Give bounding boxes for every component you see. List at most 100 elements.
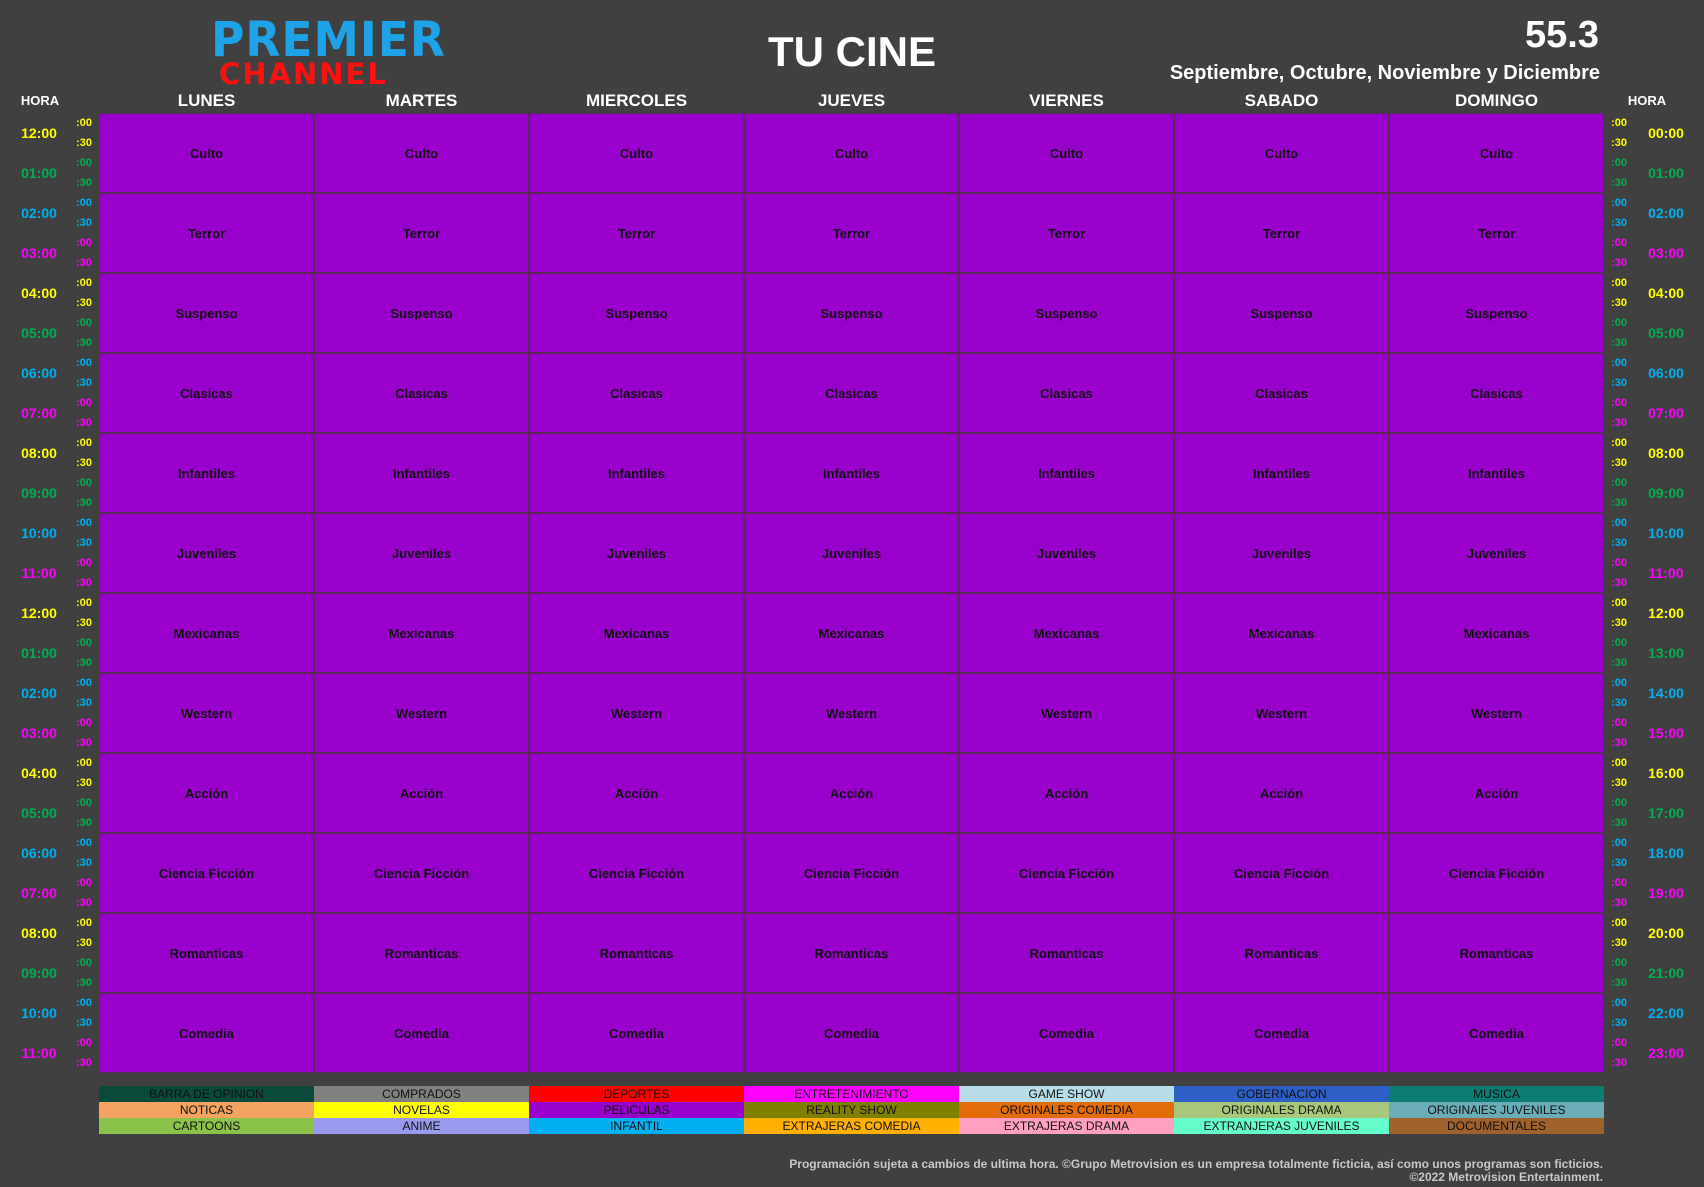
minute-mark-left: :30 [76, 697, 92, 709]
program-cell: Comedia [529, 993, 744, 1073]
hour-label-left: 08:00 [21, 445, 57, 461]
hour-label-left: 04:00 [21, 765, 57, 781]
program-cell: Romanticas [314, 913, 529, 993]
minute-mark-left: :30 [76, 817, 92, 829]
hour-label-right: 23:00 [1648, 1045, 1684, 1061]
footer-line-2: ©2022 Metrovision Entertainment. [1409, 1170, 1603, 1184]
program-cell: Culto [314, 113, 529, 193]
program-cell: Suspenso [529, 273, 744, 353]
program-cell: Clasicas [314, 353, 529, 433]
hour-label-right: 20:00 [1648, 925, 1684, 941]
hour-label-right: 15:00 [1648, 725, 1684, 741]
program-cell: Western [744, 673, 959, 753]
legend-item: COMPRADOS [314, 1086, 529, 1102]
minutes-column-left: :00:30:00:30:00:30:00:30:00:30:00:30:00:… [70, 113, 98, 1073]
minute-mark-left: :30 [76, 657, 92, 669]
program-cell: Infantiles [959, 433, 1174, 513]
hour-label-right: 12:00 [1648, 605, 1684, 621]
minute-mark-left: :30 [76, 977, 92, 989]
program-cell: Culto [744, 113, 959, 193]
hour-label-right: 21:00 [1648, 965, 1684, 981]
program-cell: Mexicanas [314, 593, 529, 673]
minute-mark-left: :30 [76, 737, 92, 749]
program-cell: Infantiles [99, 433, 314, 513]
minute-mark-right: :30 [1611, 297, 1627, 309]
program-cell: Acción [744, 753, 959, 833]
minute-mark-left: :00 [76, 957, 92, 969]
minute-mark-left: :00 [76, 517, 92, 529]
program-cell: Clasicas [1174, 353, 1389, 433]
program-cell: Juveniles [1174, 513, 1389, 593]
program-cell: Western [529, 673, 744, 753]
minute-mark-left: :00 [76, 477, 92, 489]
minute-mark-left: :30 [76, 1057, 92, 1069]
hour-label-left: 05:00 [21, 805, 57, 821]
minute-mark-right: :30 [1611, 337, 1627, 349]
minute-mark-right: :00 [1611, 277, 1627, 289]
footer-disclaimer: Programación sujeta a cambios de ultima … [789, 1158, 1603, 1184]
legend-item: EXTRAJERAS COMEDIA [744, 1118, 959, 1134]
minute-mark-right: :00 [1611, 397, 1627, 409]
program-cell: Terror [529, 193, 744, 273]
logo-channel-text: CHANNEL [219, 57, 388, 91]
program-cell: Mexicanas [529, 593, 744, 673]
genre-legend: BARRA DE OPINION COMPRADOS DEPORTES ENTRETE… [99, 1086, 1604, 1134]
minute-mark-right: :00 [1611, 357, 1627, 369]
minute-mark-left: :00 [76, 917, 92, 929]
minute-mark-left: :30 [76, 777, 92, 789]
day-header-domingo: DOMINGO [1454, 91, 1539, 110]
minute-mark-right: :00 [1611, 837, 1627, 849]
program-cell: Acción [1174, 753, 1389, 833]
program-cell: Acción [959, 753, 1174, 833]
minute-mark-right: :30 [1611, 937, 1627, 949]
program-cell: Mexicanas [99, 593, 314, 673]
legend-item: ORIGINALES DRAMA [1174, 1102, 1389, 1118]
hour-label-left: 12:00 [21, 605, 57, 621]
program-cell: Clasicas [744, 353, 959, 433]
legend-item: ANIME [314, 1118, 529, 1134]
minute-mark-right: :00 [1611, 797, 1627, 809]
minute-mark-left: :00 [76, 397, 92, 409]
hour-label-right: 02:00 [1648, 205, 1684, 221]
minute-mark-right: :30 [1611, 457, 1627, 469]
program-cell: Mexicanas [1389, 593, 1604, 673]
program-cell: Terror [1174, 193, 1389, 273]
hour-label-left: 02:00 [21, 685, 57, 701]
legend-item: INFANTIL [529, 1118, 744, 1134]
program-cell: Ciencia Ficción [99, 833, 314, 913]
minute-mark-right: :30 [1611, 737, 1627, 749]
hour-label-right: 04:00 [1648, 285, 1684, 301]
program-cell: Ciencia Ficción [314, 833, 529, 913]
hour-label-left: 12:00 [21, 125, 57, 141]
minute-mark-left: :30 [76, 537, 92, 549]
minute-mark-left: :30 [76, 137, 92, 149]
minute-mark-right: :00 [1611, 437, 1627, 449]
program-cell: Comedia [1389, 993, 1604, 1073]
legend-item: BARRA DE OPINION [99, 1086, 314, 1102]
minute-mark-left: :00 [76, 597, 92, 609]
minute-mark-left: :30 [76, 297, 92, 309]
minute-mark-left: :30 [76, 257, 92, 269]
minute-mark-right: :00 [1611, 997, 1627, 1009]
program-cell: Suspenso [1389, 273, 1604, 353]
minute-mark-left: :30 [76, 1017, 92, 1029]
minute-mark-left: :30 [76, 417, 92, 429]
program-cell: Comedia [99, 993, 314, 1073]
hour-label-right: 16:00 [1648, 765, 1684, 781]
day-header-viernes: VIERNES [1029, 91, 1104, 110]
program-cell: Culto [99, 113, 314, 193]
program-cell: Infantiles [529, 433, 744, 513]
program-cell: Acción [1389, 753, 1604, 833]
program-cell: Romanticas [744, 913, 959, 993]
legend-item: EXTRANJERAS JUVENILES [1174, 1118, 1389, 1134]
hour-label-right: 10:00 [1648, 525, 1684, 541]
minute-mark-left: :30 [76, 497, 92, 509]
program-cell: Ciencia Ficción [1389, 833, 1604, 913]
hour-label-right: 06:00 [1648, 365, 1684, 381]
minute-mark-right: :30 [1611, 417, 1627, 429]
minute-mark-right: :00 [1611, 637, 1627, 649]
program-cell: Suspenso [744, 273, 959, 353]
program-cell: Suspenso [959, 273, 1174, 353]
minute-mark-right: :30 [1611, 537, 1627, 549]
page-title: TU CINE [768, 28, 936, 75]
